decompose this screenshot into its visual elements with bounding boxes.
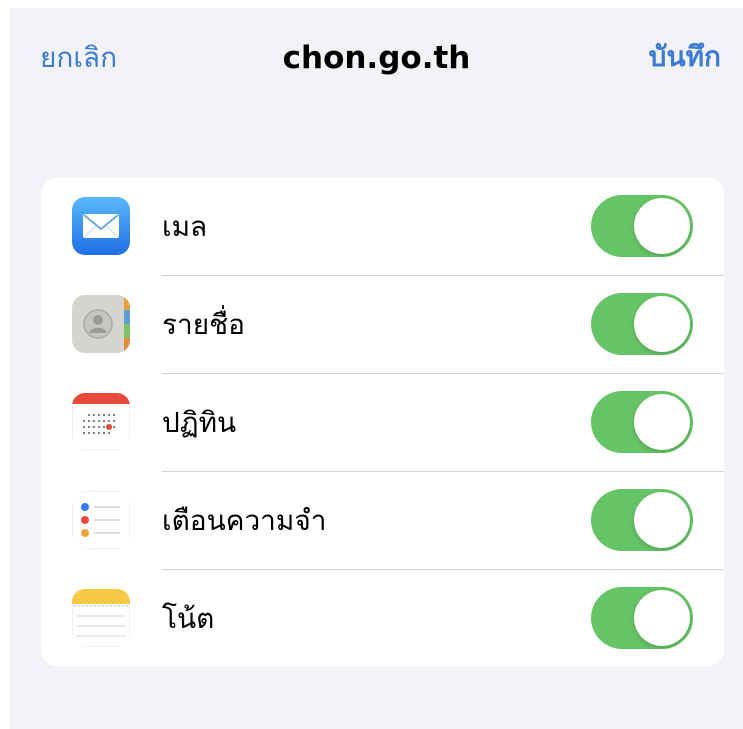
list-item-mail: เมล	[41, 178, 724, 276]
reminders-toggle[interactable]	[591, 489, 693, 551]
list-item-label: เมล	[162, 210, 208, 243]
contacts-icon	[72, 295, 130, 353]
account-settings-screen: ยกเลิก chon.go.th บันทึก เมล รายชื่อ ปฏิ…	[10, 8, 743, 729]
list-item-contacts: รายชื่อ	[41, 276, 724, 374]
save-button[interactable]: บันทึก	[649, 39, 721, 75]
reminders-icon	[72, 491, 130, 549]
calendar-icon	[72, 393, 130, 451]
list-item-label: ปฏิทิน	[162, 406, 237, 439]
mail-toggle[interactable]	[591, 195, 693, 257]
notes-toggle[interactable]	[591, 587, 693, 649]
list-item-label: เตือนความจำ	[162, 504, 327, 537]
calendar-toggle[interactable]	[591, 391, 693, 453]
list-item-reminders: เตือนความจำ	[41, 472, 724, 570]
notes-icon	[72, 589, 130, 647]
list-item-notes: โน้ต	[41, 570, 724, 666]
list-item-label: โน้ต	[162, 602, 215, 635]
contacts-toggle[interactable]	[591, 293, 693, 355]
mail-icon	[72, 197, 130, 255]
services-list: เมล รายชื่อ ปฏิทิน เตือนความจำ โน้ต	[41, 178, 724, 666]
nav-title: chon.go.th	[282, 40, 471, 76]
list-item-label: รายชื่อ	[162, 308, 245, 341]
list-item-calendar: ปฏิทิน	[41, 374, 724, 472]
